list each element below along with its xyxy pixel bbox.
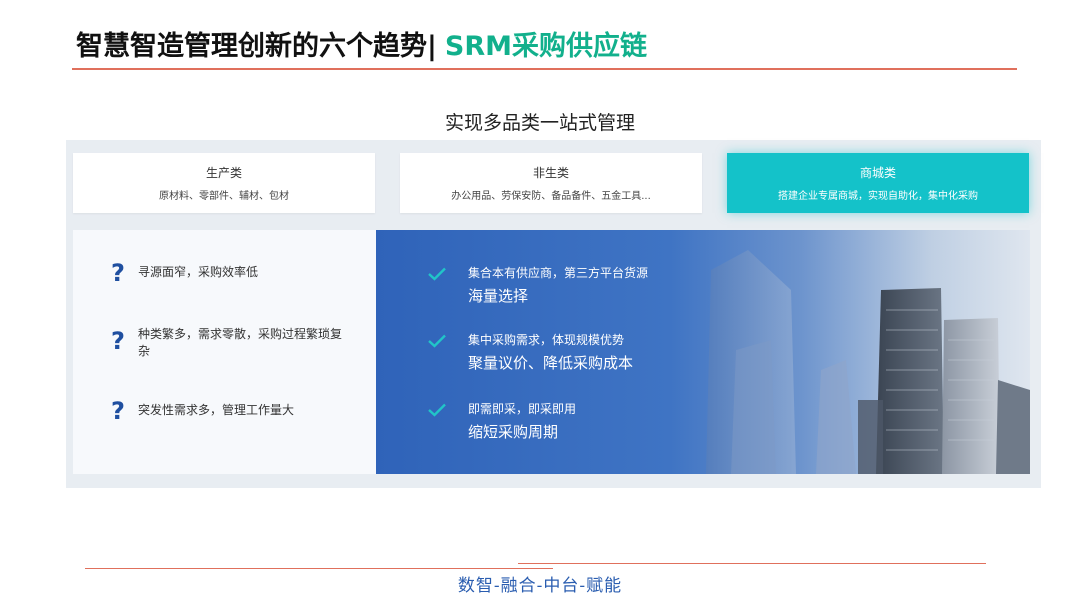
question-icon: ?: [111, 397, 125, 425]
check-icon: [428, 267, 446, 281]
category-title: 非生类: [532, 166, 569, 180]
solution-item: 即需即采，即采即用 缩短采购周期: [428, 400, 576, 444]
slide-title-main: 智慧智造管理创新的六个趋势|: [76, 31, 437, 62]
problem-text: 寻源面窄，采购效率低: [138, 265, 259, 279]
category-title: 商城类: [859, 166, 896, 180]
footer-divider: [85, 568, 553, 569]
slide-title: 智慧智造管理创新的六个趋势| SRM采购供应链: [76, 24, 647, 68]
problems-panel: ? 寻源面窄，采购效率低 ? 种类繁多，需求零散，采购过程繁琐复杂 ? 突发性需…: [73, 230, 376, 474]
solution-highlight: 缩短采购周期: [468, 423, 559, 441]
category-description: 办公用品、劳保安防、备品备件、五金工具...: [451, 191, 651, 202]
question-icon: ?: [111, 327, 125, 355]
category-description: 原材料、零部件、辅材、包材: [159, 191, 289, 202]
footer-slogan: 数智-融合-中台-赋能: [457, 576, 623, 596]
solution-highlight: 海量选择: [468, 287, 529, 305]
solution-highlight: 聚量议价、降低采购成本: [468, 354, 634, 372]
section-subtitle: 实现多品类一站式管理: [444, 112, 635, 134]
category-card-mall[interactable]: 商城类 搭建企业专属商城，实现自助化，集中化采购: [727, 153, 1029, 213]
problem-item: ? 寻源面窄，采购效率低: [108, 260, 343, 286]
solutions-panel: 集合本有供应商，第三方平台货源 海量选择 集中采购需求，体现规模优势 聚量议价、…: [376, 230, 1030, 474]
question-icon: ?: [111, 259, 125, 287]
problem-item: ? 种类繁多，需求零散，采购过程繁琐复杂: [108, 322, 343, 360]
problem-text: 突发性需求多，管理工作量大: [138, 403, 295, 417]
check-icon: [428, 334, 446, 348]
check-icon: [428, 403, 446, 417]
problem-item: ? 突发性需求多，管理工作量大: [108, 398, 343, 424]
problem-text: 种类繁多，需求零散，采购过程繁琐复杂: [138, 327, 343, 358]
category-card-production[interactable]: 生产类 原材料、零部件、辅材、包材: [73, 153, 375, 213]
solution-item: 集合本有供应商，第三方平台货源 海量选择: [428, 264, 648, 308]
solution-text: 集合本有供应商，第三方平台货源: [468, 266, 649, 280]
category-card-non-production[interactable]: 非生类 办公用品、劳保安防、备品备件、五金工具...: [400, 153, 702, 213]
category-description: 搭建企业专属商城，实现自助化，集中化采购: [778, 191, 978, 202]
slide-title-accent: SRM采购供应链: [444, 31, 647, 62]
solution-text: 即需即采，即采即用: [468, 402, 577, 416]
category-title: 生产类: [205, 166, 242, 180]
title-divider: [72, 68, 1017, 70]
solution-text: 集中采购需求，体现规模优势: [468, 333, 625, 347]
footer-divider: [518, 563, 986, 564]
solution-item: 集中采购需求，体现规模优势 聚量议价、降低采购成本: [428, 331, 633, 375]
content-panel: 生产类 原材料、零部件、辅材、包材 非生类 办公用品、劳保安防、备品备件、五金工…: [66, 140, 1041, 488]
